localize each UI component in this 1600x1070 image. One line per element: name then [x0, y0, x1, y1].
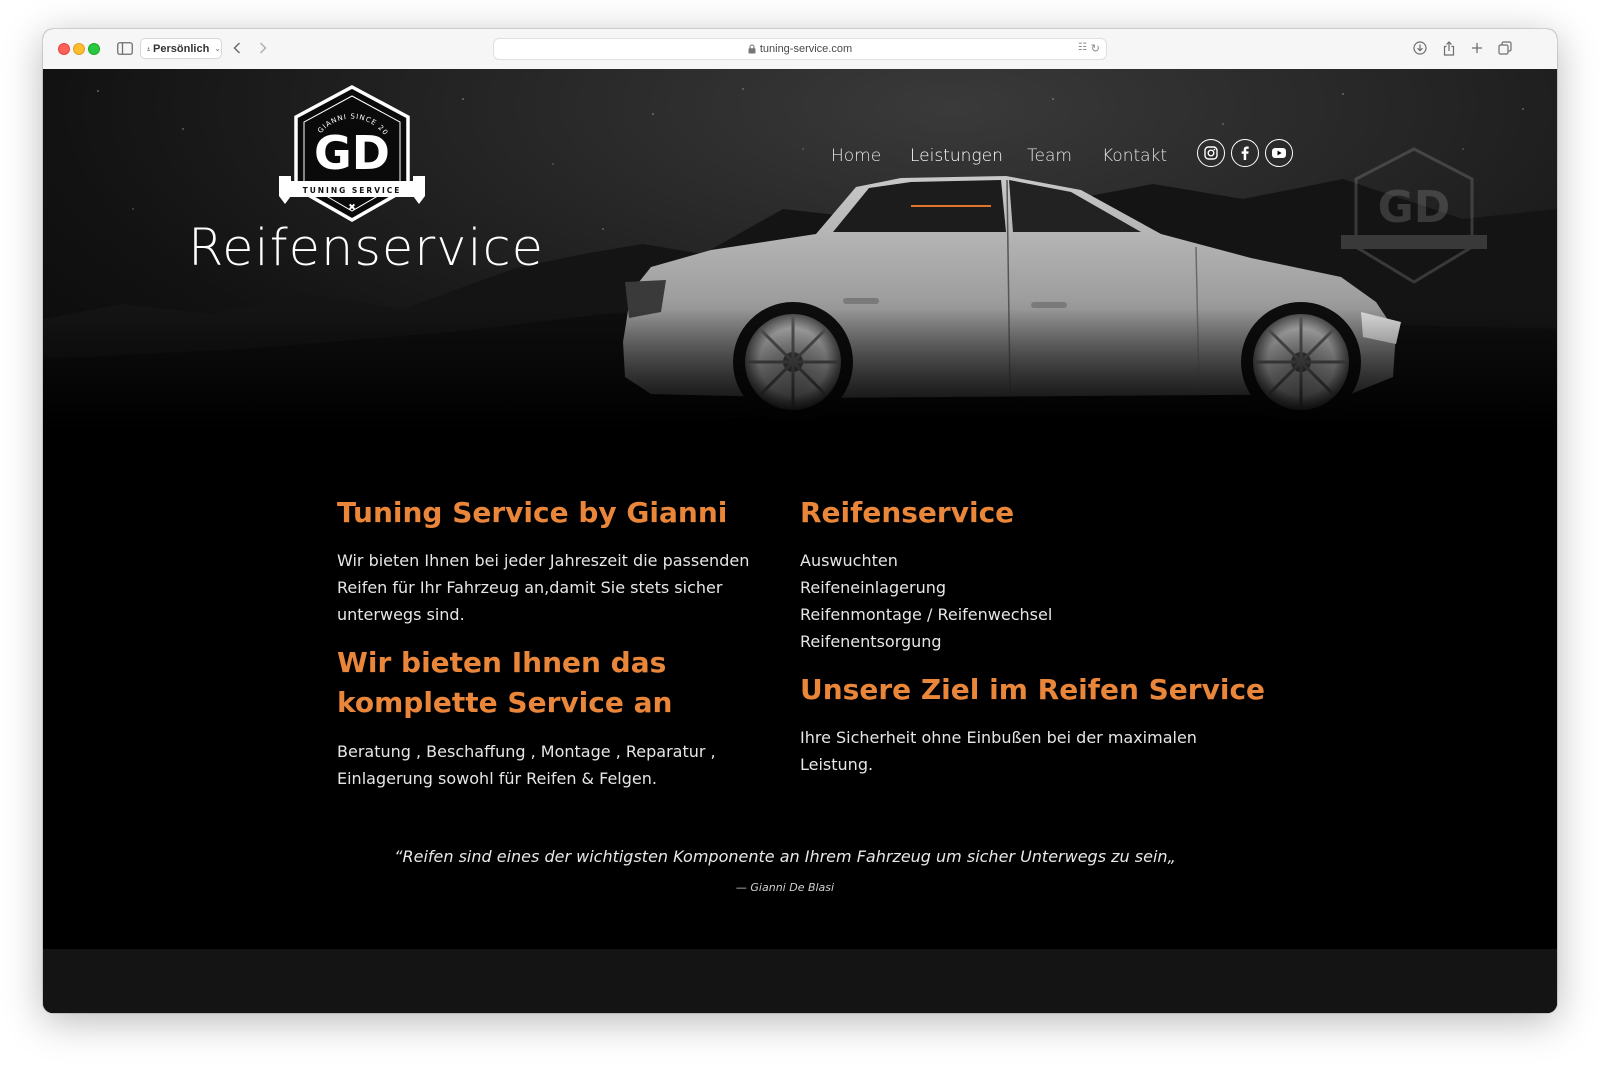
chevron-down-icon: ⌄ [214, 44, 221, 53]
heading-line: komplette Service an [337, 686, 673, 719]
heading-komplette-service: Wir bieten Ihnen das komplette Service a… [337, 643, 672, 723]
profile-selector[interactable]: Persönlich ⌄ [140, 38, 222, 59]
browser-toolbar: Persönlich ⌄ tuning-service.com ☷ ↻ [43, 29, 1557, 70]
wrench-icon: ✖ [348, 203, 356, 213]
nav-active-indicator [911, 205, 991, 207]
services-list: Auswuchten Reifeneinlagerung Reifenmonta… [800, 547, 1052, 655]
quote-text: “Reifen sind eines der wichtigsten Kompo… [394, 847, 1176, 866]
paragraph-line: unterwegs sind. [337, 605, 465, 624]
heading-unsere-ziel: Unsere Ziel im Reifen Service [800, 673, 1266, 706]
paragraph-line: Beratung , Beschaffung , Montage , Repar… [337, 742, 716, 761]
translate-icon[interactable]: ☷ [1078, 42, 1087, 55]
nav-kontakt[interactable]: Kontakt [1102, 146, 1167, 166]
paragraph-line: Einlagerung sowohl für Reifen & Felgen. [337, 769, 657, 788]
share-icon[interactable] [1440, 37, 1458, 59]
content-section: Tuning Service by Gianni Wir bieten Ihne… [43, 439, 1557, 949]
footer [43, 949, 1557, 1013]
paragraph-line: Leistung. [800, 755, 874, 774]
service-paragraph: Beratung , Beschaffung , Montage , Repar… [337, 738, 716, 792]
list-item: Reifeneinlagerung [800, 578, 946, 597]
profile-label: Persönlich [153, 42, 210, 55]
heading-line: Wir bieten Ihnen das [337, 646, 667, 679]
paragraph-line: Wir bieten Ihnen bei jeder Jahreszeit di… [337, 551, 750, 570]
back-icon[interactable] [230, 37, 244, 59]
close-window-button[interactable] [58, 43, 70, 55]
list-item: Reifenmontage / Reifenwechsel [800, 605, 1053, 624]
heading-reifenservice: Reifenservice [800, 496, 1015, 529]
minimize-window-button[interactable] [73, 43, 85, 55]
facebook-icon[interactable] [1231, 139, 1259, 167]
forward-icon[interactable] [256, 37, 270, 59]
hero-fade-overlay [43, 309, 1557, 439]
sidebar-toggle-icon[interactable] [115, 37, 135, 59]
zoom-window-button[interactable] [88, 43, 100, 55]
logo-monogram: GD [314, 126, 390, 180]
goal-paragraph: Ihre Sicherheit ohne Einbußen bei der ma… [800, 724, 1197, 778]
nav-home[interactable]: Home [831, 146, 881, 166]
page-title: Reifenservice [188, 219, 545, 278]
new-tab-icon[interactable] [1468, 37, 1486, 59]
lock-icon [748, 44, 756, 54]
list-item: Auswuchten [800, 551, 898, 570]
paragraph-line: Reifen für Ihr Fahrzeug an,damit Sie ste… [337, 578, 723, 597]
site-logo[interactable]: BY GIANNI SINCE 2003 GD TUNING SERVICE ✖ [273, 78, 427, 229]
downloads-icon[interactable] [1411, 37, 1429, 59]
url-text: tuning-service.com [759, 43, 853, 55]
paragraph-line: Ihre Sicherheit ohne Einbußen bei der ma… [800, 728, 1197, 747]
person-icon [147, 46, 150, 51]
list-item: Reifenentsorgung [800, 632, 942, 651]
instagram-icon[interactable] [1197, 139, 1225, 167]
tab-overview-icon[interactable] [1496, 37, 1514, 59]
reload-icon[interactable]: ↻ [1091, 42, 1100, 55]
nav-leistungen[interactable]: Leistungen [910, 146, 1003, 166]
address-bar[interactable]: tuning-service.com ☷ ↻ [493, 38, 1107, 60]
heading-tuning-service: Tuning Service by Gianni [337, 496, 728, 529]
hero-section: GD BY GIANNI SINCE 2003 GD TUNING SERVIC… [43, 69, 1557, 439]
browser-window: Persönlich ⌄ tuning-service.com ☷ ↻ GD G… [43, 29, 1557, 1013]
quote-author: — Gianni De Blasi [735, 881, 835, 894]
youtube-icon[interactable] [1265, 139, 1293, 167]
intro-paragraph: Wir bieten Ihnen bei jeder Jahreszeit di… [337, 547, 749, 628]
nav-team[interactable]: Team [1027, 146, 1072, 166]
logo-ribbon-text: TUNING SERVICE [303, 186, 402, 195]
web-page: GD BY GIANNI SINCE 2003 GD TUNING SERVIC… [43, 69, 1557, 1013]
